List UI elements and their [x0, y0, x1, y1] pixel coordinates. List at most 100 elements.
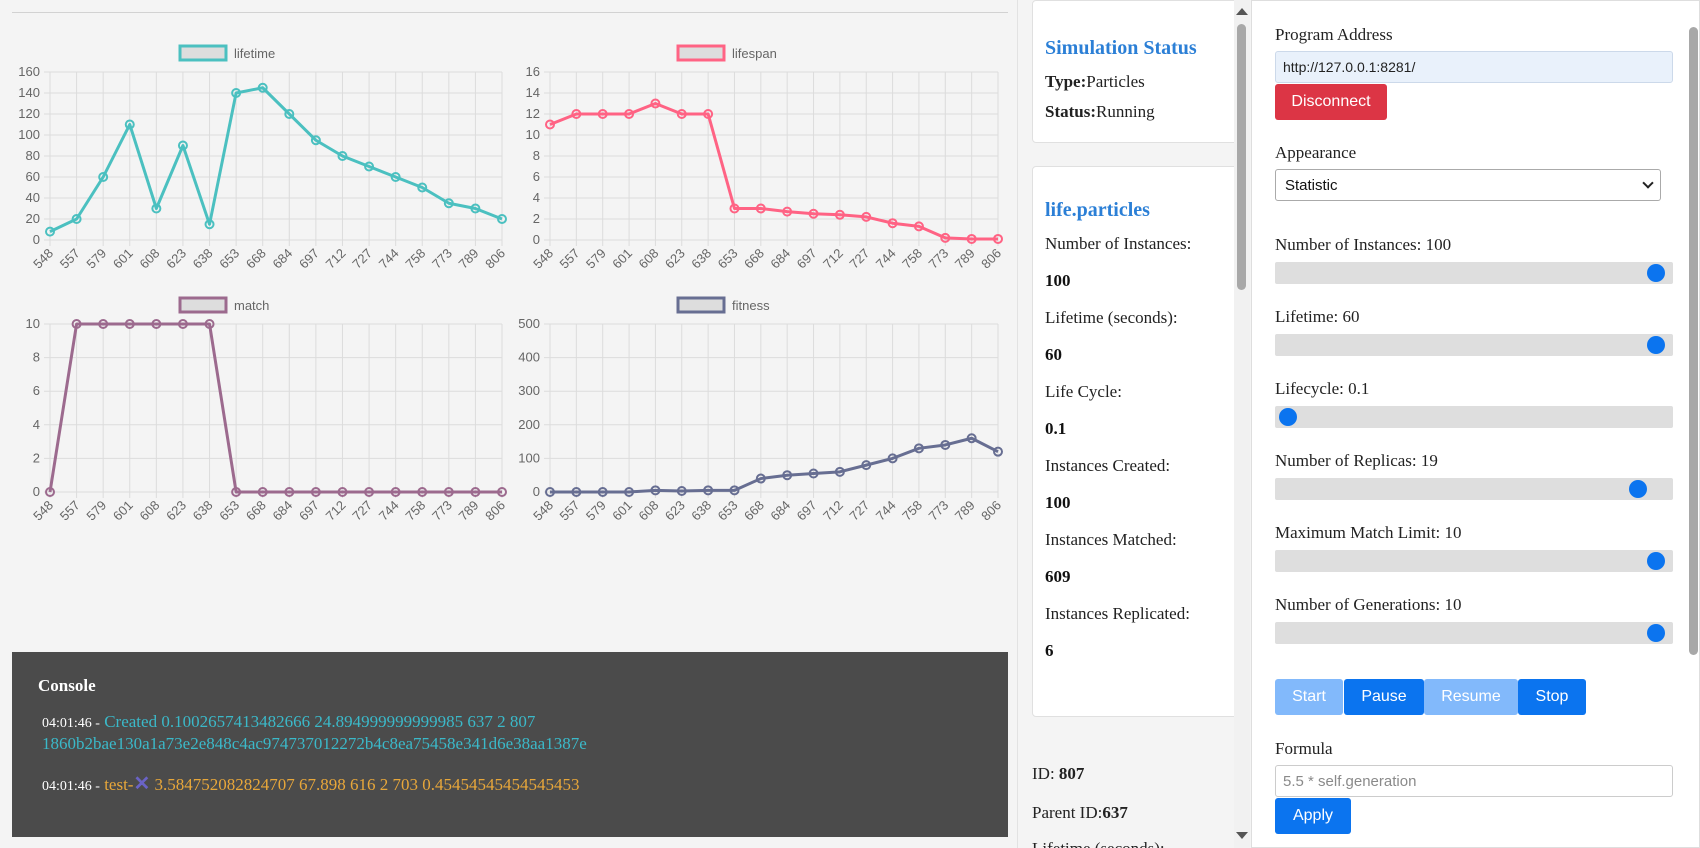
status-row: Status:Running [1045, 102, 1229, 122]
x-tick-label: 601 [609, 246, 635, 272]
info-column[interactable]: Simulation Status Type:Particles Status:… [1018, 0, 1252, 848]
y-tick-label: 0 [33, 484, 40, 499]
x-tick-label: 601 [110, 498, 136, 524]
y-tick-label: 0 [533, 232, 540, 247]
panel-scrollbar-thumb[interactable] [1689, 27, 1698, 655]
slider-thumb[interactable] [1647, 552, 1665, 570]
address-input[interactable]: http://127.0.0.1:8281/ [1275, 51, 1673, 83]
x-tick-label: 744 [873, 246, 899, 272]
slider-thumb[interactable] [1647, 336, 1665, 354]
parent-id-row: Parent ID:637 [1032, 803, 1128, 823]
y-tick-label: 4 [33, 417, 40, 432]
x-tick-label: 684 [767, 498, 793, 524]
x-tick-label: 638 [190, 498, 216, 524]
parent-id-label: Parent ID: [1032, 803, 1103, 822]
id-value: 807 [1058, 764, 1085, 783]
slider-thumb[interactable] [1279, 408, 1297, 426]
disconnect-button[interactable]: Disconnect [1275, 84, 1387, 120]
y-tick-label: 200 [518, 417, 540, 432]
x-tick-label: 653 [216, 498, 242, 524]
x-tick-label: 638 [688, 498, 714, 524]
scroll-up-icon[interactable] [1236, 8, 1248, 15]
x-tick-label: 789 [952, 246, 978, 272]
x-icon: ✕ [133, 773, 151, 795]
legend-label: fitness [732, 298, 770, 313]
slider-label: Maximum Match Limit: 10 [1275, 523, 1462, 542]
x-tick-label: 623 [163, 246, 189, 272]
divider [12, 12, 1008, 13]
slider-thumb[interactable] [1647, 264, 1665, 282]
formula-input[interactable]: 5.5 * self.generation [1275, 765, 1673, 797]
x-tick-label: 789 [456, 246, 482, 272]
apply-button[interactable]: Apply [1275, 798, 1351, 834]
log-time: 04:01:46 - [42, 779, 100, 794]
stat-value: 609 [1045, 567, 1071, 586]
appearance-select[interactable]: Statistic [1275, 169, 1661, 201]
info-scrollbar-thumb[interactable] [1237, 24, 1246, 290]
stop-button[interactable]: Stop [1518, 679, 1586, 715]
legend-label: lifetime [234, 46, 275, 61]
appearance-label: Appearance [1275, 143, 1357, 162]
log-message: 3.584752082824707 67.898 616 2 703 0.454… [154, 775, 580, 794]
y-tick-label: 40 [26, 190, 40, 205]
lifetime-label: Lifetime (seconds): [1032, 839, 1165, 848]
slider-track[interactable] [1275, 550, 1673, 572]
chevron-down-icon [1642, 177, 1654, 189]
x-tick-label: 806 [978, 498, 1004, 524]
y-tick-label: 2 [533, 211, 540, 226]
slider-track[interactable] [1275, 262, 1673, 284]
x-tick-label: 773 [925, 498, 951, 524]
address-label: Program Address [1275, 25, 1393, 44]
stat-value: 100 [1045, 493, 1071, 512]
slider-track[interactable] [1275, 406, 1673, 428]
x-tick-label: 548 [530, 498, 556, 524]
y-tick-label: 300 [518, 383, 540, 398]
x-tick-label: 579 [83, 498, 109, 524]
stat-label: Life Cycle: [1045, 382, 1122, 401]
pause-button[interactable]: Pause [1344, 679, 1424, 715]
y-tick-label: 10 [26, 316, 40, 331]
slider-thumb[interactable] [1628, 480, 1647, 498]
stats-list: Number of Instances: 100 Lifetime (seconds… [1045, 234, 1229, 661]
x-tick-label: 744 [376, 246, 402, 272]
x-tick-label: 744 [873, 498, 899, 524]
scroll-down-icon[interactable] [1236, 832, 1248, 839]
chart-fitness: fitness 500 400 300 200 100 0548 557 579 601 608 62… [518, 296, 1004, 524]
stat-value: 0.1 [1045, 419, 1067, 438]
x-tick-label: 653 [715, 246, 741, 272]
stat-value: 60 [1045, 345, 1062, 364]
y-tick-label: 8 [33, 350, 40, 365]
x-tick-label: 773 [925, 246, 951, 272]
x-tick-label: 684 [767, 246, 793, 272]
x-tick-label: 789 [456, 498, 482, 524]
x-tick-label: 608 [137, 246, 163, 272]
y-tick-label: 0 [33, 232, 40, 247]
slider-track[interactable] [1275, 334, 1673, 356]
status-title: Simulation Status [1045, 37, 1197, 59]
slider-label: Lifecycle: 0.1 [1275, 379, 1370, 398]
y-tick-label: 12 [526, 106, 540, 121]
x-tick-label: 601 [110, 246, 136, 272]
particles-title: life.particles [1045, 199, 1150, 221]
slider-label: Lifetime: 60 [1275, 307, 1360, 326]
x-tick-label: 557 [57, 498, 83, 524]
slider-track[interactable] [1275, 478, 1673, 500]
slider-label: Number of Replicas: 19 [1275, 451, 1438, 470]
x-tick-label: 608 [636, 498, 662, 524]
x-tick-label: 712 [820, 498, 846, 524]
chart-lifetime: lifetime160140120100806040200548 557 579 60… [18, 44, 508, 272]
stat-label: Number of Instances: [1045, 234, 1192, 253]
log-message: Created 0.1002657413482666 24.8949999999… [42, 712, 587, 753]
x-tick-label: 712 [323, 498, 349, 524]
x-tick-label: 623 [163, 498, 189, 524]
x-tick-label: 579 [583, 498, 609, 524]
start-button[interactable]: Start [1275, 679, 1343, 715]
legend-swatch [676, 296, 726, 314]
x-tick-label: 773 [429, 498, 455, 524]
slider-thumb[interactable] [1647, 624, 1665, 642]
console-panel: Console 04:01:46 - Created 0.10026574134… [12, 652, 1008, 837]
x-tick-label: 684 [269, 498, 295, 524]
y-tick-label: 120 [18, 106, 40, 121]
resume-button[interactable]: Resume [1424, 679, 1518, 715]
slider-track[interactable] [1275, 622, 1673, 644]
